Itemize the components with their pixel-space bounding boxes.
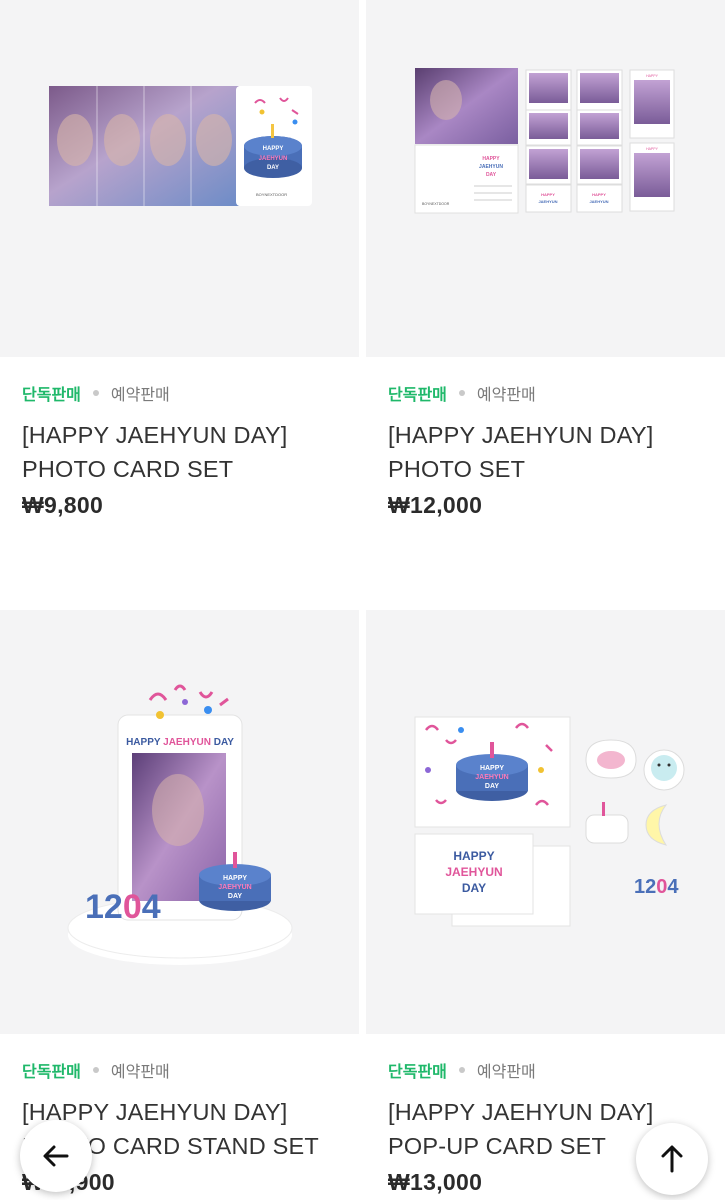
svg-text:HAPPY: HAPPY xyxy=(646,147,659,151)
svg-text:JAEHYUN: JAEHYUN xyxy=(445,865,502,879)
svg-text:HAPPY: HAPPY xyxy=(223,875,247,882)
svg-text:HAPPY: HAPPY xyxy=(646,74,659,78)
product-thumbnail[interactable]: HAPPY JAEHYUN DAY BOYNEXTDOOR xyxy=(0,0,359,357)
scroll-to-top-button[interactable] xyxy=(636,1123,708,1195)
product-tags: 단독판매 예약판매 xyxy=(22,1059,359,1081)
tag-separator-dot xyxy=(92,390,99,396)
product-card[interactable]: HAPPY JAEHYUN DAY 1204 HAPPY JAEHYUN DAY… xyxy=(0,610,359,1196)
svg-text:HAPPY: HAPPY xyxy=(592,192,606,197)
tag-separator-dot xyxy=(458,390,465,396)
exclusive-tag: 단독판매 xyxy=(22,1064,81,1081)
product-image-pop-up-card-set: HAPPY JAEHYUN DAY HAPPY JAEHYUN DAY 1204 xyxy=(414,716,685,927)
svg-text:HAPPY: HAPPY xyxy=(480,765,504,772)
svg-text:JAEHYUN: JAEHYUN xyxy=(479,164,503,170)
exclusive-tag: 단독판매 xyxy=(22,387,81,404)
product-thumbnail[interactable]: HAPPY JAEHYUN DAY 1204 HAPPY JAEHYUN DAY xyxy=(0,610,359,1034)
product-card[interactable]: HAPPY JAEHYUN DAY BOYNEXTDOOR 단독판매 예약판매 … xyxy=(0,0,359,519)
product-info: 단독판매 예약판매 [HAPPY JAEHYUN DAY] PHOTO CARD… xyxy=(0,357,359,519)
tag-separator-dot xyxy=(92,1067,99,1073)
svg-text:HAPPY JAEHYUN DAY: HAPPY JAEHYUN DAY xyxy=(126,737,234,748)
product-card[interactable]: HAPPY JAEHYUN DAY HAPPY JAEHYUN DAY 1204 xyxy=(366,610,725,1196)
svg-text:JAEHYUN: JAEHYUN xyxy=(259,156,288,162)
svg-text:DAY: DAY xyxy=(228,893,242,900)
product-tags: 단독판매 예약판매 xyxy=(388,1059,725,1081)
product-card[interactable]: HAPPY JAEHYUN DAY BOYNEXTDOOR HAPPY JAEH… xyxy=(366,0,725,519)
product-grid: HAPPY JAEHYUN DAY BOYNEXTDOOR 단독판매 예약판매 … xyxy=(0,0,725,1200)
svg-text:1204: 1204 xyxy=(85,888,161,926)
svg-text:HAPPY: HAPPY xyxy=(453,849,494,863)
exclusive-tag: 단독판매 xyxy=(388,1064,447,1081)
svg-text:DAY: DAY xyxy=(462,881,486,895)
product-price: ₩9,800 xyxy=(22,492,104,518)
product-price: ₩12,000 xyxy=(388,492,483,518)
svg-text:DAY: DAY xyxy=(486,172,497,178)
svg-text:BOYNEXTDOOR: BOYNEXTDOOR xyxy=(422,202,450,206)
tag-separator-dot xyxy=(458,1067,465,1073)
svg-text:JAEHYUN: JAEHYUN xyxy=(475,774,508,781)
product-info: 단독판매 예약판매 [HAPPY JAEHYUN DAY] PHOTO SET … xyxy=(366,357,725,519)
svg-text:JAEHYUN: JAEHYUN xyxy=(218,884,251,891)
product-image-photo-set: HAPPY JAEHYUN DAY BOYNEXTDOOR HAPPY JAEH… xyxy=(414,68,675,214)
svg-text:HAPPY: HAPPY xyxy=(541,192,555,197)
svg-text:DAY: DAY xyxy=(267,165,279,171)
exclusive-tag: 단독판매 xyxy=(388,387,447,404)
arrow-left-icon xyxy=(43,1145,69,1167)
product-title[interactable]: [HAPPY JAEHYUN DAY] PHOTO SET xyxy=(388,418,708,486)
svg-text:1204: 1204 xyxy=(634,876,679,898)
product-tags: 단독판매 예약판매 xyxy=(388,382,725,404)
back-button[interactable] xyxy=(20,1120,92,1192)
preorder-tag: 예약판매 xyxy=(110,1064,170,1081)
svg-text:HAPPY: HAPPY xyxy=(263,146,284,152)
svg-text:HAPPY: HAPPY xyxy=(482,156,500,162)
svg-text:DAY: DAY xyxy=(485,783,499,790)
preorder-tag: 예약판매 xyxy=(476,387,536,404)
svg-text:BOYNEXTDOOR: BOYNEXTDOOR xyxy=(256,192,287,197)
preorder-tag: 예약판매 xyxy=(476,1064,536,1081)
product-tags: 단독판매 예약판매 xyxy=(22,382,359,404)
product-title[interactable]: [HAPPY JAEHYUN DAY] PHOTO CARD SET xyxy=(22,418,342,486)
product-thumbnail[interactable]: HAPPY JAEHYUN DAY HAPPY JAEHYUN DAY 1204 xyxy=(366,610,725,1034)
svg-text:JAEHYUN: JAEHYUN xyxy=(589,199,608,204)
arrow-up-icon xyxy=(661,1145,683,1173)
preorder-tag: 예약판매 xyxy=(110,387,170,404)
svg-text:JAEHYUN: JAEHYUN xyxy=(538,199,557,204)
product-image-photo-card-set: HAPPY JAEHYUN DAY BOYNEXTDOOR xyxy=(49,86,312,206)
product-thumbnail[interactable]: HAPPY JAEHYUN DAY BOYNEXTDOOR HAPPY JAEH… xyxy=(366,0,725,357)
product-image-photo-card-stand-set: HAPPY JAEHYUN DAY 1204 HAPPY JAEHYUN DAY xyxy=(67,684,293,965)
